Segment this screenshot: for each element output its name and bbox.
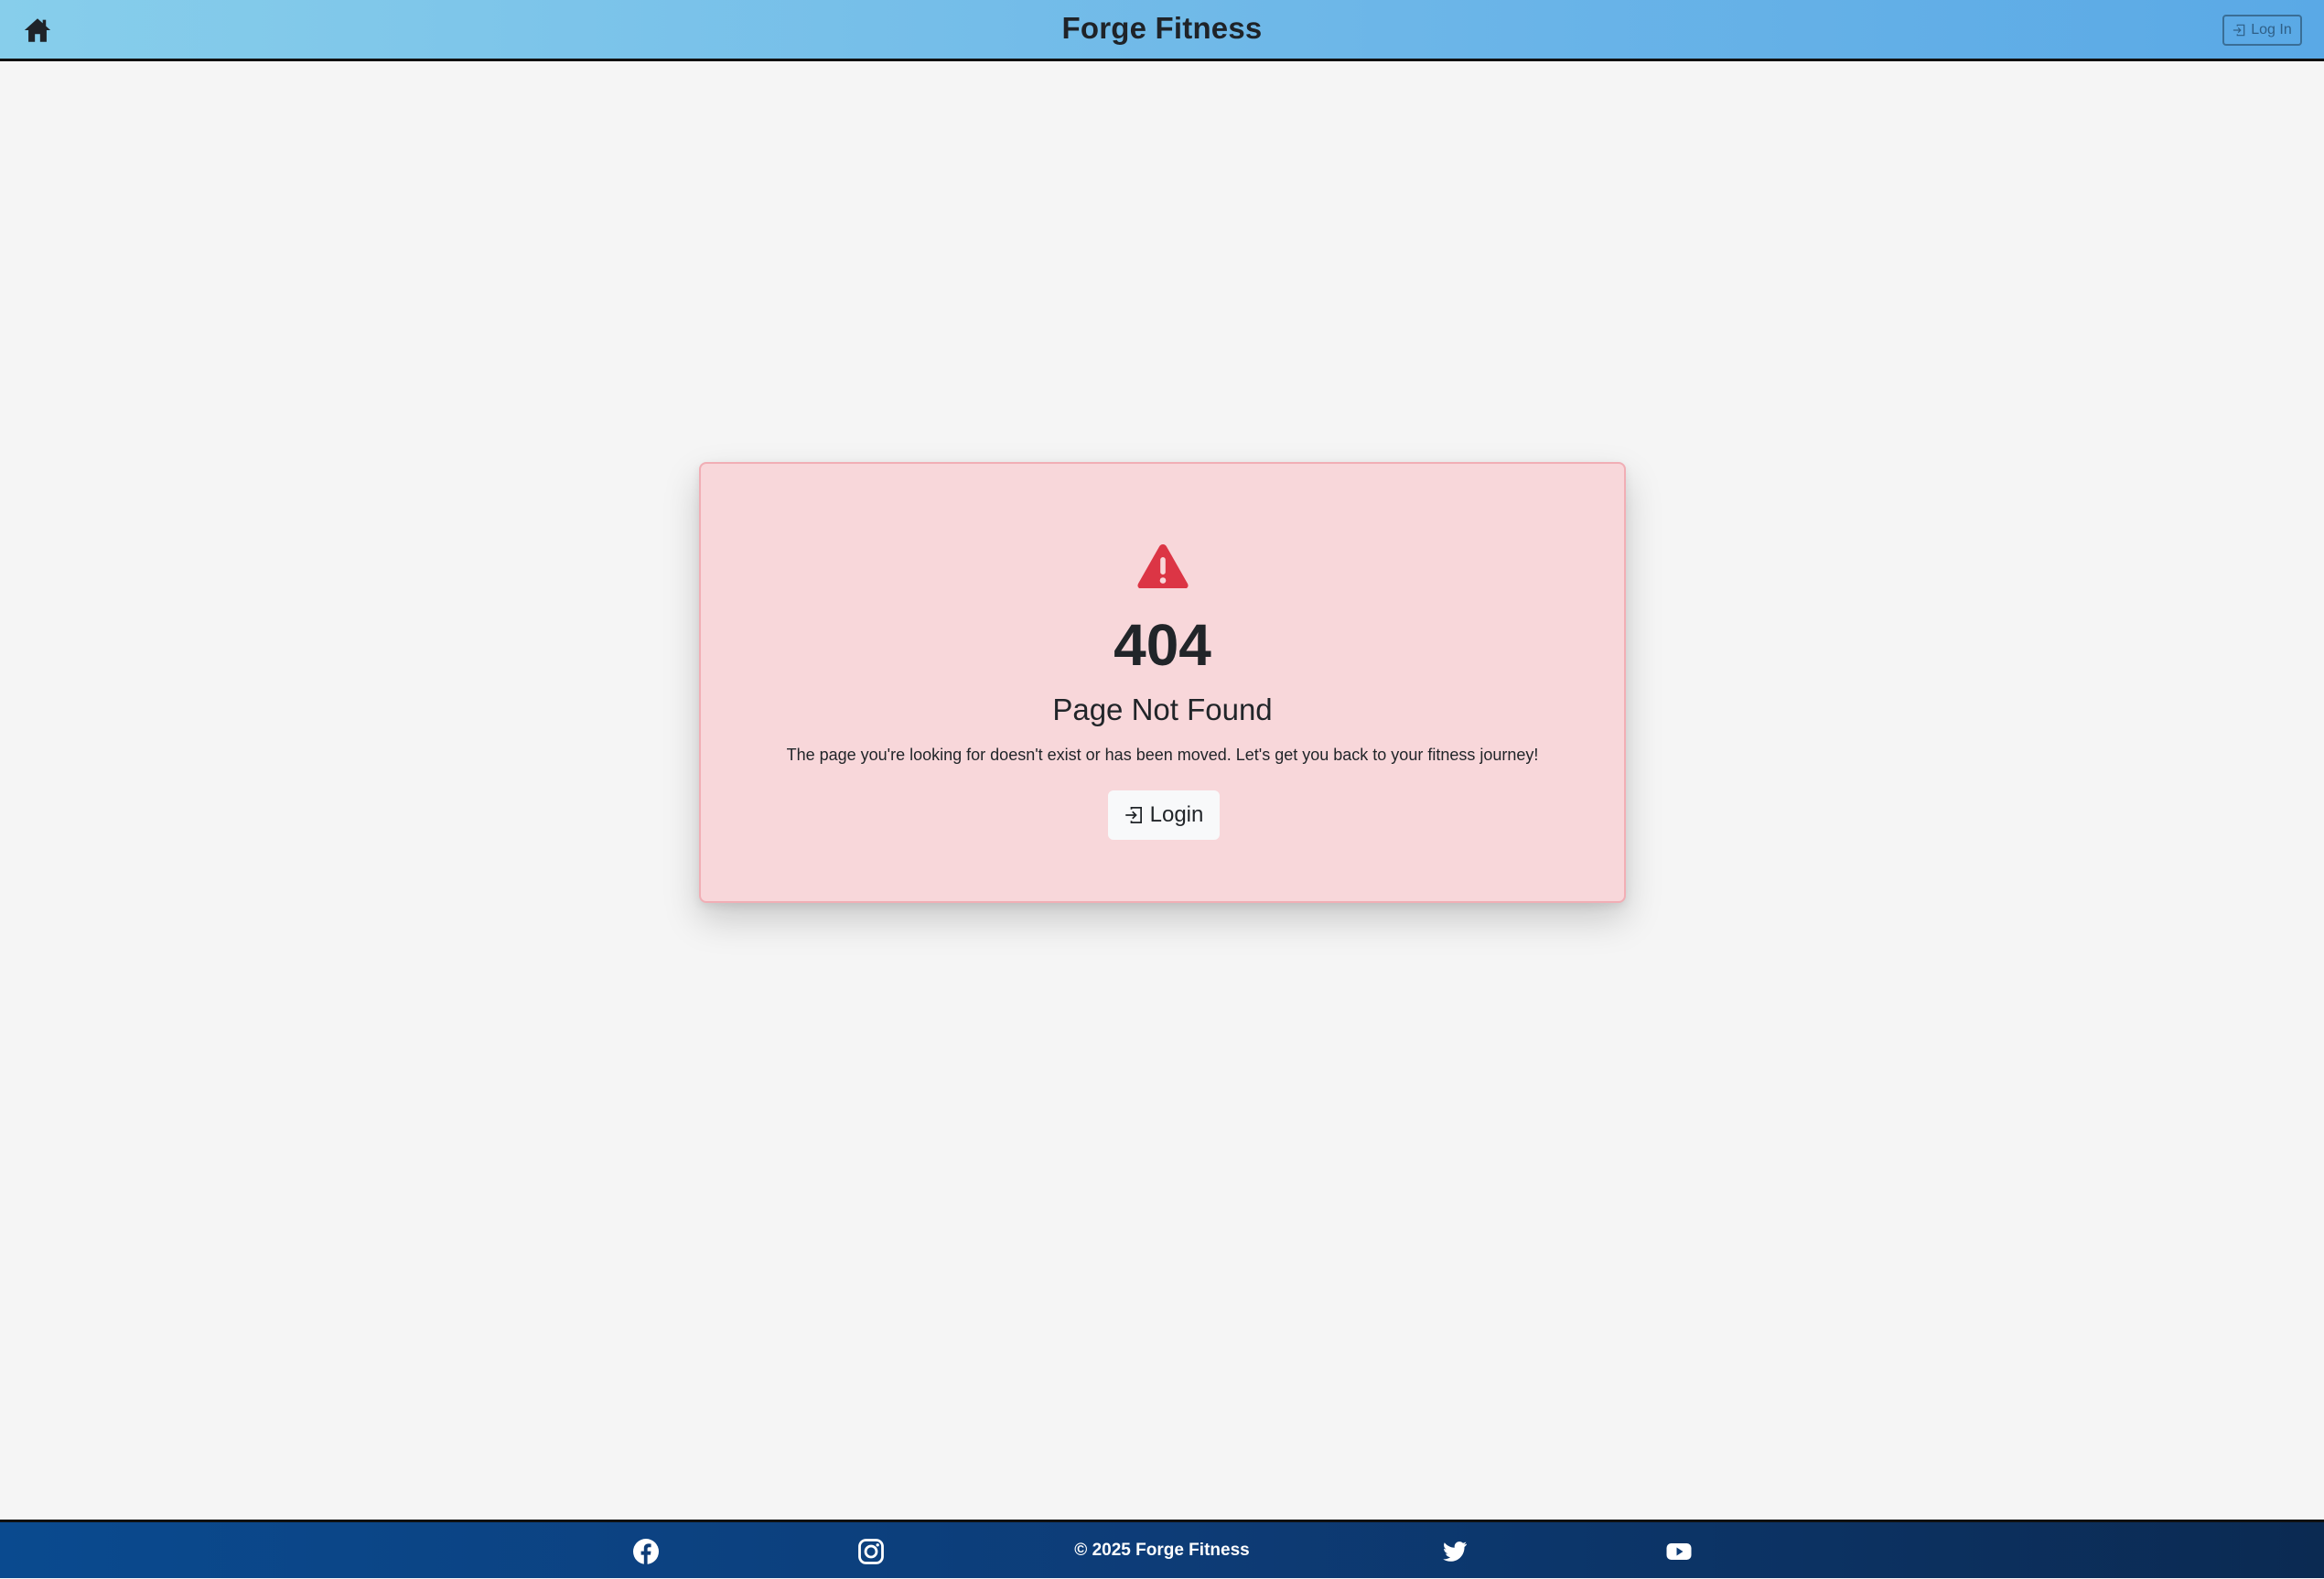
twitter-link[interactable] [1441,1538,1469,1565]
error-message: The page you're looking for doesn't exis… [786,746,1539,764]
facebook-icon [633,1539,659,1564]
header-login-label: Log In [2251,22,2292,38]
header-login-button[interactable]: Log In [2222,15,2302,46]
login-icon [1124,807,1142,823]
instagram-icon [858,1539,884,1564]
facebook-link[interactable] [632,1538,660,1565]
copyright-text: © 2025 Forge Fitness [1074,1541,1250,1560]
login-button-label: Login [1149,802,1204,827]
error-title: Page Not Found [1052,693,1273,726]
top-navbar: Forge Fitness Log In [0,0,2324,61]
error-card: 404 Page Not Found The page you're looki… [699,462,1626,903]
login-button[interactable]: Login [1108,790,1220,840]
home-icon [24,18,51,42]
instagram-link[interactable] [857,1538,885,1565]
error-code: 404 [1114,612,1211,678]
home-button[interactable] [22,15,53,46]
brand-title: Forge Fitness [1061,11,1263,45]
twitter-icon [1443,1541,1467,1562]
footer: © 2025 Forge Fitness [0,1520,2324,1578]
youtube-icon [1666,1543,1692,1560]
warning-triangle-icon [1136,542,1189,590]
youtube-link[interactable] [1665,1538,1693,1565]
login-icon [2233,24,2245,37]
